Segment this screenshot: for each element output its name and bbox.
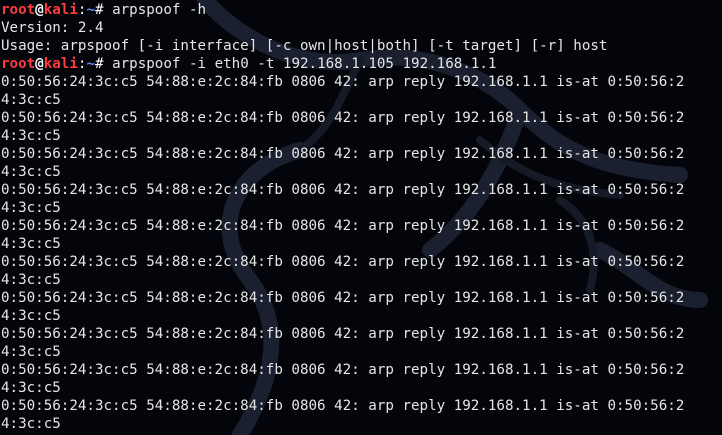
output-text: 4:3c:c5: [1, 272, 61, 288]
prompt-user: root: [1, 56, 36, 72]
output-line: 4:3c:c5: [1, 91, 722, 109]
output-text: 0:50:56:24:3c:c5 54:88:e:2c:84:fb 0806 4…: [1, 218, 685, 234]
output-line: 4:3c:c5: [1, 307, 722, 325]
output-text: 4:3c:c5: [1, 200, 61, 216]
terminal-window[interactable]: root@kali:~# arpspoof -h Version: 2.4 Usag…: [0, 0, 722, 435]
output-line: 0:50:56:24:3c:c5 54:88:e:2c:84:fb 0806 4…: [1, 397, 722, 415]
output-text: 0:50:56:24:3c:c5 54:88:e:2c:84:fb 0806 4…: [1, 110, 685, 126]
output-text: 0:50:56:24:3c:c5 54:88:e:2c:84:fb 0806 4…: [1, 74, 685, 90]
output-line: 0:50:56:24:3c:c5 54:88:e:2c:84:fb 0806 4…: [1, 145, 722, 163]
output-text: 4:3c:c5: [1, 164, 61, 180]
output-text: 0:50:56:24:3c:c5 54:88:e:2c:84:fb 0806 4…: [1, 146, 685, 162]
output-text: 4:3c:c5: [1, 236, 61, 252]
output-text: 0:50:56:24:3c:c5 54:88:e:2c:84:fb 0806 4…: [1, 326, 685, 342]
output-line: 0:50:56:24:3c:c5 54:88:e:2c:84:fb 0806 4…: [1, 253, 722, 271]
output-text: 0:50:56:24:3c:c5 54:88:e:2c:84:fb 0806 4…: [1, 254, 685, 270]
output-text: 0:50:56:24:3c:c5 54:88:e:2c:84:fb 0806 4…: [1, 398, 685, 414]
output-line: 0:50:56:24:3c:c5 54:88:e:2c:84:fb 0806 4…: [1, 73, 722, 91]
output-line: 4:3c:c5: [1, 343, 722, 361]
output-text: 0:50:56:24:3c:c5 54:88:e:2c:84:fb 0806 4…: [1, 182, 685, 198]
output-line: 0:50:56:24:3c:c5 54:88:e:2c:84:fb 0806 4…: [1, 361, 722, 379]
output-text: 4:3c:c5: [1, 344, 61, 360]
output-line: Usage: arpspoof [-i interface] [-c own|h…: [1, 37, 722, 55]
prompt-host: kali: [43, 56, 78, 72]
output-text: 0:50:56:24:3c:c5 54:88:e:2c:84:fb 0806 4…: [1, 362, 685, 378]
output-line: 4:3c:c5: [1, 163, 722, 181]
output-line: 0:50:56:24:3c:c5 54:88:e:2c:84:fb 0806 4…: [1, 217, 722, 235]
output-text: Usage: arpspoof [-i interface] [-c own|h…: [1, 38, 608, 54]
prompt-symbol: #: [94, 2, 113, 18]
output-text: 4:3c:c5: [1, 380, 61, 396]
output-text: 4:3c:c5: [1, 416, 61, 432]
output-text: 4:3c:c5: [1, 308, 61, 324]
output-line: 0:50:56:24:3c:c5 54:88:e:2c:84:fb 0806 4…: [1, 109, 722, 127]
output-line: 0:50:56:24:3c:c5 54:88:e:2c:84:fb 0806 4…: [1, 181, 722, 199]
output-line: 4:3c:c5: [1, 415, 722, 433]
output-line: 0:50:56:24:3c:c5 54:88:e:2c:84:fb 0806 4…: [1, 325, 722, 343]
output-line: 4:3c:c5: [1, 235, 722, 253]
prompt-host: kali: [43, 2, 78, 18]
prompt-path: ~: [86, 56, 95, 72]
output-line: 4:3c:c5: [1, 379, 722, 397]
prompt-at: @: [35, 2, 44, 18]
prompt-symbol: #: [94, 56, 113, 72]
output-text: 4:3c:c5: [1, 128, 61, 144]
prompt-path: ~: [86, 2, 95, 18]
output-text: 0:50:56:24:3c:c5 54:88:e:2c:84:fb 0806 4…: [1, 290, 685, 306]
output-text: Version: 2.4: [1, 20, 104, 36]
command-line: root@kali:~# arpspoof -h: [1, 1, 722, 19]
output-line: 4:3c:c5: [1, 271, 722, 289]
output-line: 4:3c:c5: [1, 199, 722, 217]
command-line: root@kali:~# arpspoof -i eth0 -t 192.168…: [1, 55, 722, 73]
terminal-output: root@kali:~# arpspoof -h Version: 2.4 Usag…: [1, 1, 722, 433]
output-line: 4:3c:c5: [1, 127, 722, 145]
prompt-at: @: [35, 56, 44, 72]
command-text: arpspoof -i eth0 -t 192.168.1.105 192.16…: [112, 56, 497, 72]
prompt-user: root: [1, 2, 36, 18]
output-line: 0:50:56:24:3c:c5 54:88:e:2c:84:fb 0806 4…: [1, 289, 722, 307]
output-text: 4:3c:c5: [1, 92, 61, 108]
output-line: Version: 2.4: [1, 19, 722, 37]
command-text: arpspoof -h: [112, 2, 207, 18]
